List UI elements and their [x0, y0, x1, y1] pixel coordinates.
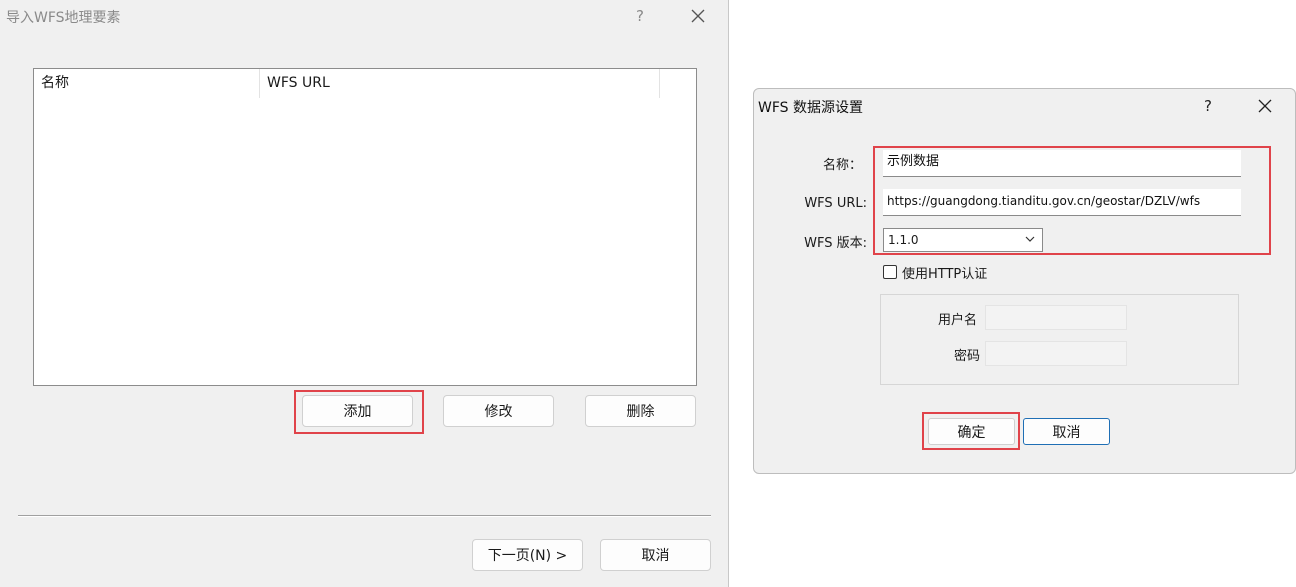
- name-input[interactable]: 示例数据: [883, 150, 1241, 177]
- password-input[interactable]: [985, 341, 1127, 366]
- modify-button[interactable]: 修改: [443, 395, 554, 427]
- version-value: 1.1.0: [888, 233, 919, 247]
- version-label: WFS 版本:: [804, 236, 867, 251]
- username-input[interactable]: [985, 305, 1127, 330]
- title-bar: 导入WFS地理要素 ?: [0, 0, 728, 32]
- column-header-name[interactable]: 名称: [34, 69, 260, 98]
- close-icon[interactable]: [687, 5, 709, 27]
- url-label: WFS URL:: [804, 196, 867, 211]
- http-auth-checkbox[interactable]: [883, 265, 897, 279]
- ok-button[interactable]: 确定: [928, 418, 1015, 445]
- dialog-title: 导入WFS地理要素: [6, 10, 121, 26]
- http-auth-label[interactable]: 使用HTTP认证: [902, 263, 987, 282]
- title-bar: WFS 数据源设置 ?: [754, 89, 1295, 123]
- password-label: 密码: [953, 349, 980, 364]
- chevron-down-icon: [1025, 236, 1035, 242]
- next-page-button[interactable]: 下一页(N) >: [472, 539, 583, 571]
- username-label: 用户名: [937, 313, 977, 328]
- cancel-button[interactable]: 取消: [600, 539, 711, 571]
- wfs-source-list[interactable]: 名称 WFS URL: [33, 68, 697, 386]
- dialog-title: WFS 数据源设置: [758, 100, 863, 116]
- help-icon[interactable]: ?: [630, 7, 650, 25]
- name-label: 名称：: [822, 158, 862, 173]
- divider: [18, 515, 711, 517]
- close-icon[interactable]: [1254, 95, 1276, 117]
- delete-button[interactable]: 删除: [585, 395, 696, 427]
- url-input[interactable]: https://guangdong.tianditu.gov.cn/geosta…: [883, 189, 1241, 216]
- import-wfs-dialog: 导入WFS地理要素 ? 名称 WFS URL 添加 修改 删除 下一页(N) >…: [0, 0, 729, 587]
- version-select[interactable]: 1.1.0: [883, 228, 1043, 252]
- wfs-datasource-dialog: WFS 数据源设置 ? 名称： 示例数据 WFS URL: https://gu…: [753, 88, 1296, 474]
- add-button[interactable]: 添加: [302, 395, 413, 427]
- help-icon[interactable]: ?: [1198, 97, 1218, 115]
- column-header-url[interactable]: WFS URL: [260, 69, 660, 98]
- cancel-button[interactable]: 取消: [1023, 418, 1110, 445]
